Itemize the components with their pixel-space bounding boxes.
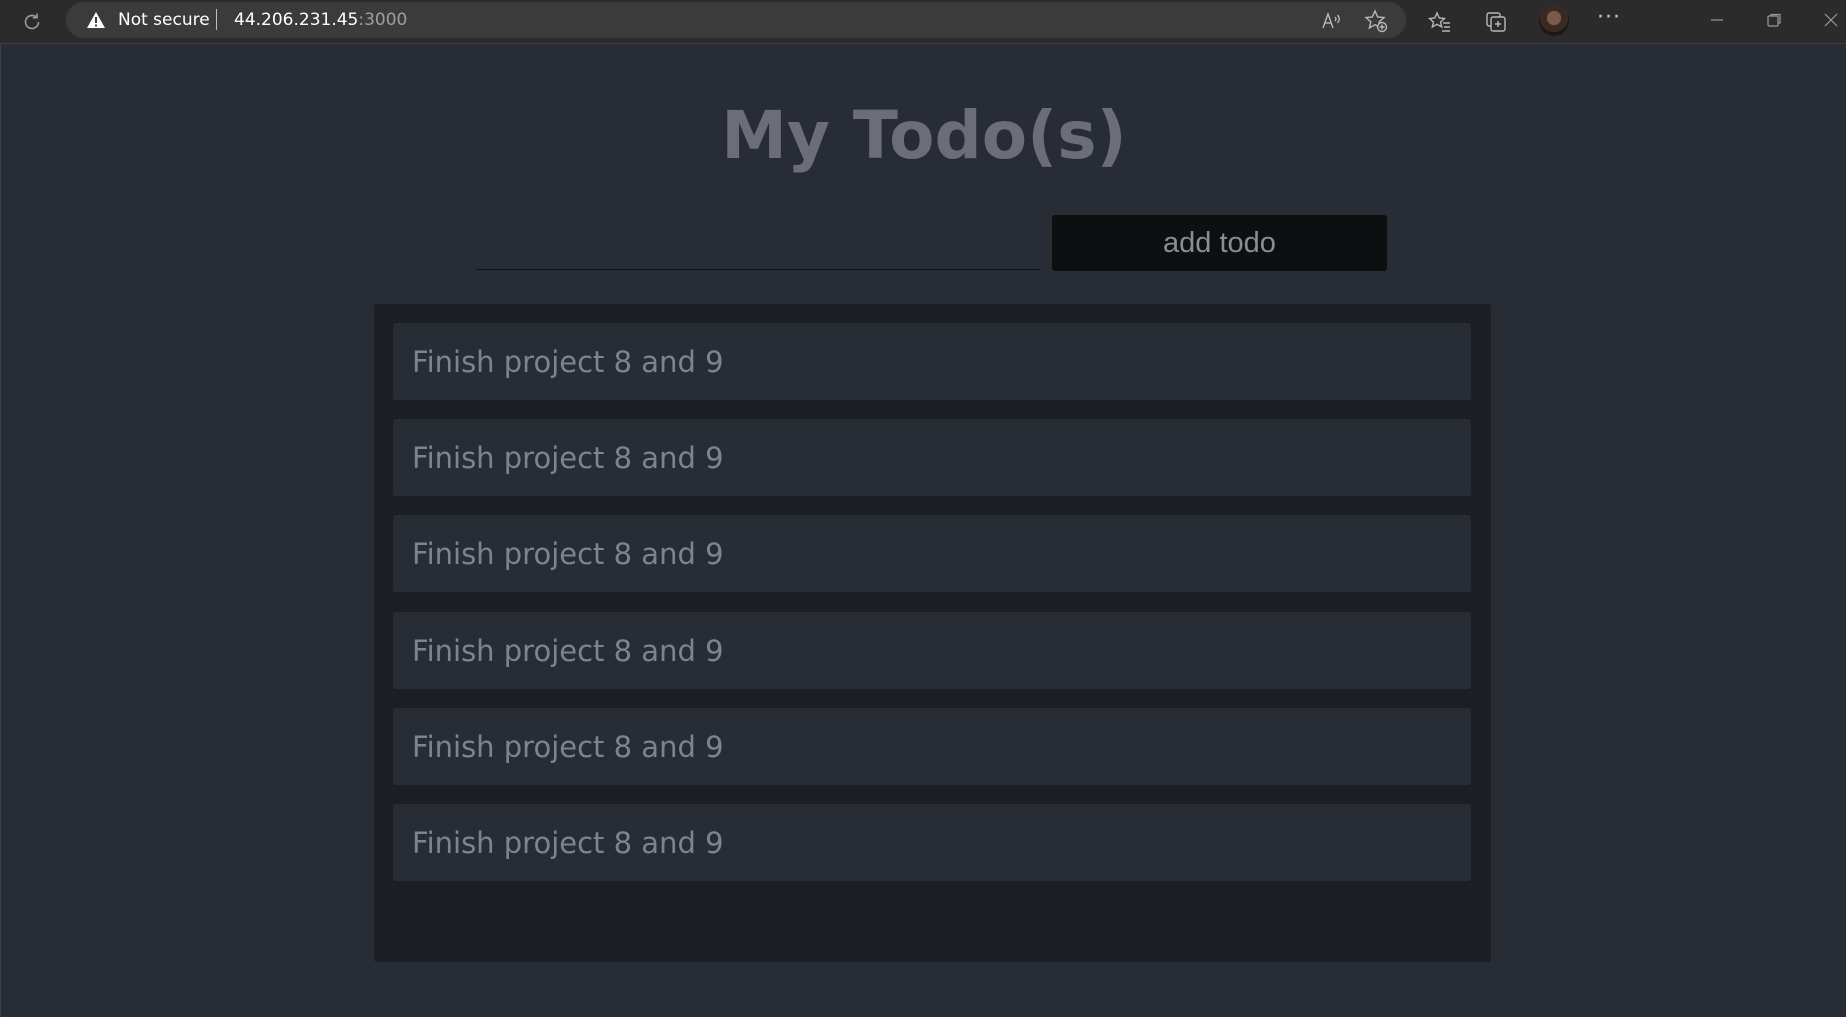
url-port: :3000 [358, 10, 408, 30]
address-divider [216, 9, 217, 30]
todo-item[interactable]: Finish project 8 and 9 [393, 419, 1471, 496]
browser-toolbar: Not secure 44.206.231.45:3000 ··· [0, 0, 1846, 44]
collections-icon[interactable] [1481, 7, 1511, 37]
todo-item[interactable]: Finish project 8 and 9 [393, 612, 1471, 689]
add-todo-button[interactable]: add todo [1052, 215, 1387, 271]
read-aloud-icon[interactable] [1319, 8, 1345, 34]
restore-icon[interactable] [1760, 6, 1788, 34]
profile-avatar[interactable] [1539, 6, 1569, 36]
favorites-icon[interactable] [1425, 7, 1455, 37]
minimize-icon[interactable] [1703, 6, 1731, 34]
address-bar[interactable]: Not secure 44.206.231.45:3000 [66, 2, 1406, 38]
todo-item[interactable]: Finish project 8 and 9 [393, 323, 1471, 400]
security-label[interactable]: Not secure [118, 10, 210, 30]
more-options-icon[interactable]: ··· [1597, 5, 1621, 30]
url-text[interactable]: 44.206.231.45:3000 [234, 10, 407, 30]
todo-item[interactable]: Finish project 8 and 9 [393, 804, 1471, 881]
reload-icon[interactable] [18, 8, 46, 36]
close-icon[interactable] [1817, 6, 1845, 34]
todo-item[interactable]: Finish project 8 and 9 [393, 515, 1471, 592]
url-host: 44.206.231.45 [234, 10, 359, 30]
add-favorite-icon[interactable] [1363, 8, 1389, 34]
page-title: My Todo(s) [721, 97, 1127, 174]
todo-item[interactable]: Finish project 8 and 9 [393, 708, 1471, 785]
todo-app: My Todo(s) add todo Finish project 8 and… [0, 44, 1846, 1017]
warning-icon[interactable] [86, 11, 106, 29]
todo-list: Finish project 8 and 9 Finish project 8 … [374, 304, 1491, 962]
todo-input[interactable] [476, 216, 1040, 270]
